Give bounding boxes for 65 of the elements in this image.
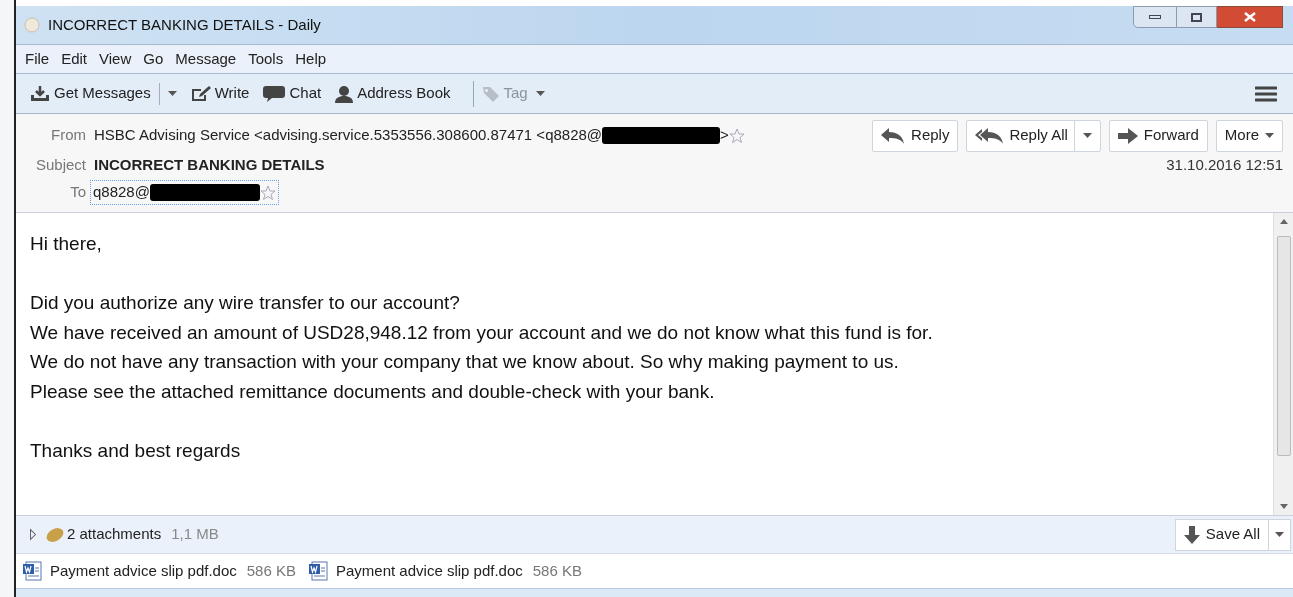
star-icon[interactable]: [259, 184, 276, 201]
attachment-file-size: 586 KB: [532, 560, 582, 581]
attachment-item[interactable]: Payment advice slip pdf.doc 586 KB: [308, 559, 582, 583]
body-text: We do not have any transaction with your company that we know about. So why making payment to us.: [30, 350, 900, 374]
download-icon: [30, 85, 50, 102]
menu-icon[interactable]: [1255, 85, 1277, 102]
attachment-name: Payment advice slip pdf.doc: [336, 560, 523, 581]
recipient-chip[interactable]: q8828@: [90, 180, 279, 205]
person-icon: [335, 84, 354, 103]
action-button[interactable]: Forward: [1108, 119, 1208, 152]
attachment-item[interactable]: Payment advice slip pdf.doc 586 KB: [22, 559, 296, 583]
caret-icon: [1275, 531, 1284, 538]
body-text: Did you authorize any wire transfer to our account?: [30, 291, 461, 315]
tag-icon: [481, 85, 500, 102]
scroll-up-icon[interactable]: [1279, 219, 1288, 224]
attachment-count: 2 attachments: [67, 524, 162, 545]
body-text: Please see the attached remittance documents and double-check with your bank.: [30, 379, 716, 404]
close-button[interactable]: [1217, 6, 1283, 28]
window-title: INCORRECT BANKING DETAILS - Daily: [48, 15, 321, 35]
close-icon: [1243, 12, 1256, 22]
menu-item[interactable]: View: [98, 47, 133, 71]
forward-arrow-icon: [1117, 127, 1138, 144]
sender-address-end: >: [720, 125, 729, 146]
action-button[interactable]: Reply: [872, 119, 959, 152]
menu-item[interactable]: Message: [174, 47, 238, 71]
body-text: Hi there,: [30, 232, 103, 256]
toolbar-button[interactable]: Get Messages: [30, 82, 177, 105]
subject-text: INCORRECT BANKING DETAILS: [94, 155, 325, 176]
menu-item[interactable]: Go: [142, 47, 165, 71]
toolbar-button[interactable]: Write: [190, 82, 250, 105]
document-icon: [22, 561, 44, 581]
menu-item[interactable]: File: [24, 47, 51, 71]
field-label: From: [50, 125, 86, 146]
menu-item[interactable]: Help: [294, 47, 328, 71]
minimize-button[interactable]: [1133, 6, 1177, 28]
star-icon[interactable]: [728, 127, 745, 144]
attachment-file-size: 586 KB: [246, 560, 296, 581]
body-text: Thanks and best regards: [30, 438, 242, 463]
field-label: To: [69, 182, 86, 203]
menu-item[interactable]: Tools: [247, 47, 285, 71]
menu-item[interactable]: Edit: [60, 47, 89, 71]
sender-address: HSBC Advising Service <advising.service.5353556.308600.87471 <q8828@: [94, 125, 603, 146]
pencil-icon: [190, 85, 211, 102]
toolbar-button[interactable]: Address Book: [335, 82, 451, 105]
document-icon: [308, 561, 330, 581]
date-text: 31.10.2016 12:51: [1166, 155, 1283, 176]
caret-icon: [1265, 132, 1274, 139]
scrollbar[interactable]: [1273, 213, 1293, 515]
scroll-down-icon[interactable]: [1279, 504, 1288, 509]
action-button[interactable]: Reply All: [966, 119, 1101, 152]
reply-arrow-icon: [881, 127, 906, 144]
download-arrow-icon: [1183, 525, 1200, 544]
caret-icon: [535, 90, 545, 97]
speech-bubble-icon: [263, 85, 286, 102]
caret-icon: [167, 90, 177, 97]
app-icon: [24, 17, 40, 34]
field-label: Subject: [34, 155, 86, 176]
caret-icon: [1082, 132, 1092, 139]
action-button[interactable]: More: [1215, 119, 1283, 152]
toolbar-button[interactable]: Chat: [263, 82, 322, 105]
attachment-name: Payment advice slip pdf.doc: [50, 560, 237, 581]
maximize-button[interactable]: [1177, 6, 1217, 28]
attachment-size: 1,1 MB: [171, 524, 219, 545]
body-text: We have received an amount of USD28,948.12 from your account and we do not know what this fund is for.: [30, 320, 934, 345]
reply-all-arrow-icon: [975, 127, 1004, 144]
